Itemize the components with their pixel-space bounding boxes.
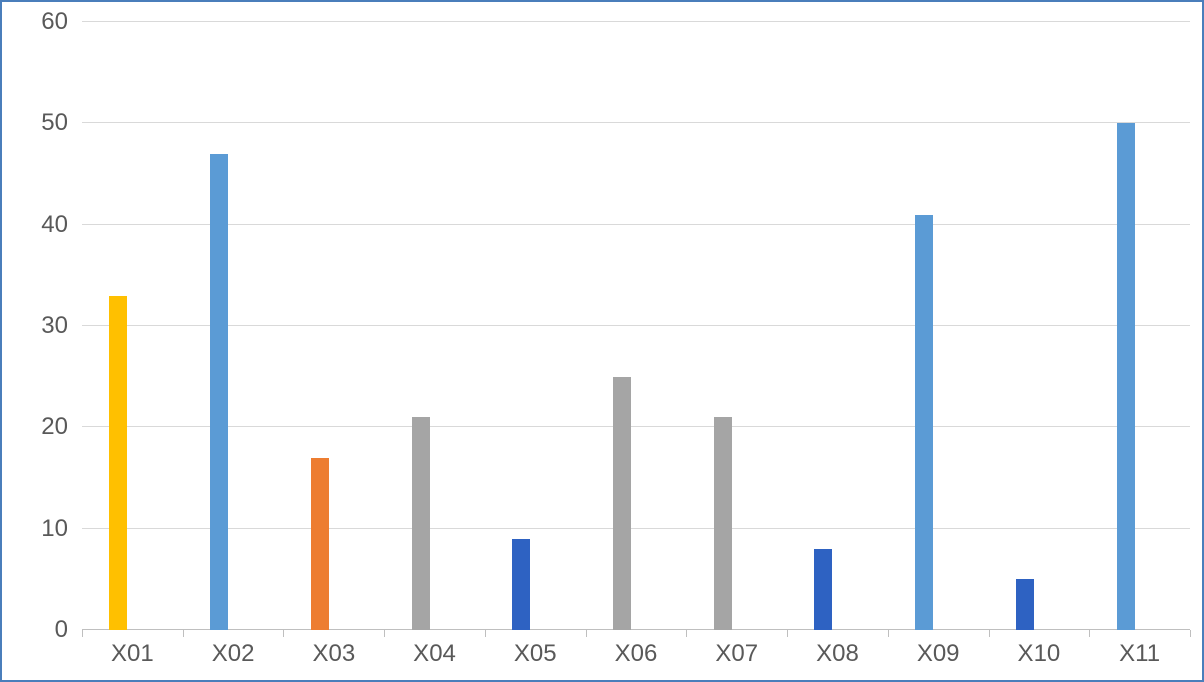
x-tick [183, 630, 184, 637]
x-tick-label: X04 [413, 640, 456, 668]
x-tick-label: X01 [111, 640, 154, 668]
gridline [82, 426, 1190, 427]
bar [311, 458, 329, 630]
x-tick [686, 630, 687, 637]
x-tick [888, 630, 889, 637]
x-tick-label: X06 [615, 640, 658, 668]
bar [915, 215, 933, 630]
x-tick [787, 630, 788, 637]
y-tick-label: 30 [41, 312, 82, 340]
bar [210, 154, 228, 630]
bar [814, 549, 832, 630]
x-tick-label: X05 [514, 640, 557, 668]
y-tick-label: 60 [41, 8, 82, 36]
x-tick-label: X02 [212, 640, 255, 668]
bar [412, 417, 430, 630]
bar [1016, 579, 1034, 630]
bar [512, 539, 530, 630]
x-tick [485, 630, 486, 637]
x-tick [1089, 630, 1090, 637]
x-tick-label: X09 [917, 640, 960, 668]
x-tick-label: X07 [715, 640, 758, 668]
x-axis-labels: X01 X02 X03 X04 X05 X06 X07 X08 X09 X10 X11 [82, 630, 1190, 680]
bar [109, 296, 127, 630]
gridline [82, 21, 1190, 22]
y-tick-label: 40 [41, 211, 82, 239]
x-tick-label: X03 [312, 640, 355, 668]
x-tick [989, 630, 990, 637]
bar [613, 377, 631, 630]
gridline [82, 122, 1190, 123]
gridline [82, 325, 1190, 326]
x-tick-label: X10 [1018, 640, 1061, 668]
x-tick [384, 630, 385, 637]
y-tick-label: 10 [41, 515, 82, 543]
x-tick [586, 630, 587, 637]
x-tick [283, 630, 284, 637]
gridline [82, 528, 1190, 529]
y-tick-label: 20 [41, 413, 82, 441]
y-tick-label: 0 [55, 616, 82, 644]
bar [714, 417, 732, 630]
gridline [82, 224, 1190, 225]
x-tick [1190, 630, 1191, 637]
bar [1117, 123, 1135, 630]
x-tick-label: X08 [816, 640, 859, 668]
y-tick-label: 50 [41, 109, 82, 137]
chart-frame: 0102030405060 X01X02X03X04X05X06X07X08X0… [0, 0, 1204, 682]
plot-area: 0102030405060 [82, 22, 1190, 630]
x-tick [82, 630, 83, 637]
x-tick-label: X11 [1119, 640, 1160, 668]
